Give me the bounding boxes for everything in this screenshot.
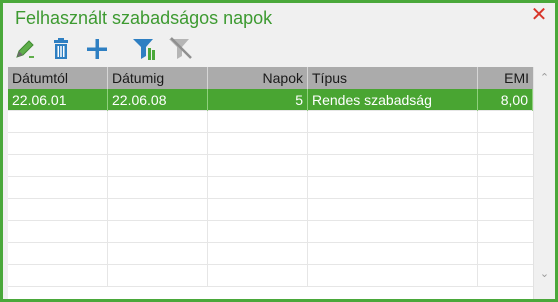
delete-button[interactable] — [47, 35, 75, 63]
empty-row — [8, 265, 533, 287]
column-header-datumig[interactable]: Dátumig — [108, 67, 208, 89]
filter-off-icon — [169, 37, 192, 59]
pencil-icon — [16, 40, 34, 58]
cell-datumig: 22.06.08 — [108, 89, 208, 111]
empty-row — [8, 111, 533, 133]
scroll-down-icon[interactable]: ⌄ — [534, 265, 555, 283]
empty-row — [8, 221, 533, 243]
window-title: Felhasznált szabadságos napok — [15, 8, 273, 28]
cell-datumtol: 22.06.01 — [8, 89, 108, 111]
toolbar — [11, 33, 555, 65]
close-icon[interactable]: ✕ — [529, 5, 549, 25]
scroll-up-icon[interactable]: ⌃ — [534, 69, 555, 87]
cell-tipus: Rendes szabadság — [308, 89, 478, 111]
column-header-tipus[interactable]: Típus — [308, 67, 478, 89]
empty-row — [8, 199, 533, 221]
empty-row — [8, 155, 533, 177]
column-header-emi[interactable]: EMI — [478, 67, 533, 89]
title-bar: Felhasznált szabadságos napok ✕ — [3, 3, 555, 33]
table-row[interactable]: 22.06.01 22.06.08 5 Rendes szabadság 8,0… — [8, 89, 533, 111]
plus-icon — [87, 39, 107, 59]
cell-emi: 8,00 — [478, 89, 533, 111]
vertical-scrollbar[interactable]: ⌃ ⌄ — [533, 67, 554, 299]
column-header-datumtol[interactable]: Dátumtól — [8, 67, 108, 89]
grid-header: Dátumtól Dátumig Napok Típus EMI — [8, 67, 533, 89]
dialog-window: Felhasznált szabadságos napok ✕ Dátumtól… — [0, 0, 558, 302]
empty-row — [8, 243, 533, 265]
empty-row — [8, 177, 533, 199]
grid-body: 22.06.01 22.06.08 5 Rendes szabadság 8,0… — [8, 89, 533, 299]
trash-icon — [54, 38, 68, 59]
filter-icon — [133, 39, 155, 60]
filter-button[interactable] — [131, 35, 159, 63]
edit-button[interactable] — [11, 35, 39, 63]
clear-filter-button[interactable] — [167, 35, 195, 63]
data-grid: Dátumtól Dátumig Napok Típus EMI 22.06.0… — [8, 67, 554, 299]
add-button[interactable] — [83, 35, 111, 63]
column-header-napok[interactable]: Napok — [208, 67, 308, 89]
empty-row — [8, 133, 533, 155]
cell-napok: 5 — [208, 89, 308, 111]
